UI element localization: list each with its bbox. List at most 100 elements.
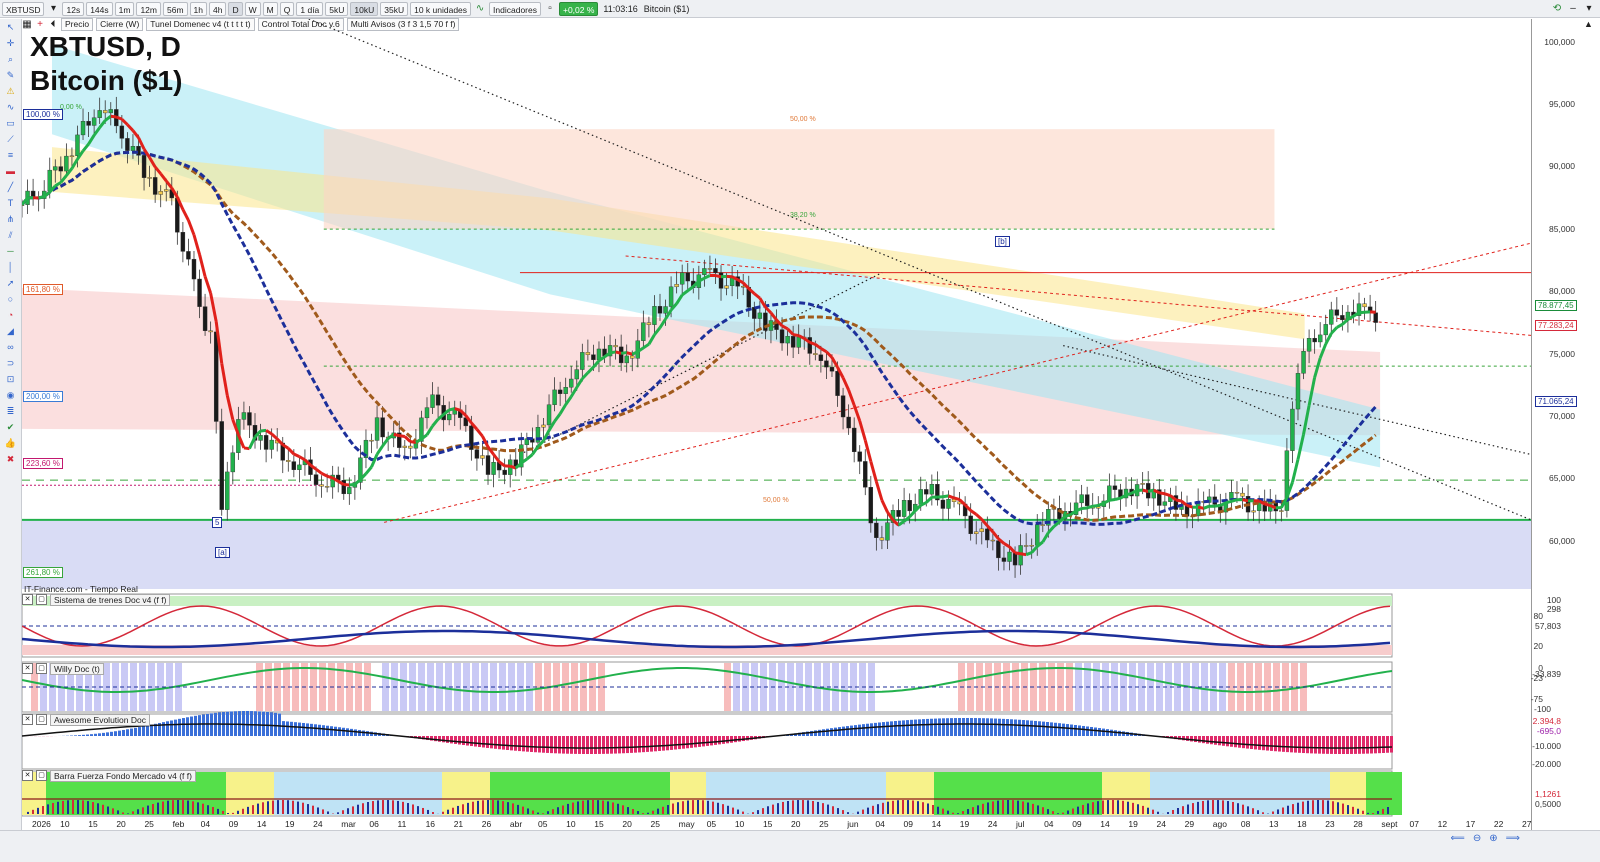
fuerza-hist-bar [137, 809, 139, 814]
cycle-icon[interactable]: ∞ [3, 341, 18, 354]
trend-icon[interactable]: ⟋ [3, 133, 18, 146]
delete-icon[interactable]: ✖ [3, 453, 18, 466]
thumb-icon[interactable]: 👍 [3, 437, 18, 450]
ruler-icon[interactable]: ▭ [3, 117, 18, 130]
timeframe-button[interactable]: W [245, 2, 261, 16]
fuerza-hist-bar [1252, 808, 1254, 814]
settings-icon[interactable]: ▢ [36, 770, 47, 781]
indicators-icon[interactable]: ∿ [473, 2, 487, 16]
panel-name-trenes[interactable]: Sistema de trenes Doc v4 (f f) [50, 594, 170, 606]
close-icon[interactable]: ✕ [22, 714, 33, 725]
alert-icon[interactable]: ⚠ [3, 85, 18, 98]
time-axis[interactable]: 202610152025feb0409141924mar0611162126ab… [22, 817, 1531, 831]
settings-icon[interactable]: ▢ [36, 663, 47, 674]
title-line-2: Bitcoin ($1) [30, 64, 182, 98]
chart-canvas[interactable] [22, 19, 1531, 817]
ma-fast-segment [1021, 554, 1027, 555]
magnet-icon[interactable]: ⊃ [3, 357, 18, 370]
fuerza-hist-bar [1072, 809, 1074, 814]
panel-name-fuerza[interactable]: Barra Fuerza Fondo Mercado v4 (f f) [50, 770, 196, 782]
ellipse-icon[interactable]: ◔ [3, 309, 18, 322]
vline-icon[interactable]: │ [3, 261, 18, 274]
timeframe-button[interactable]: 12s [62, 2, 84, 16]
awesome-bar [942, 718, 945, 736]
close-icon[interactable]: ✕ [22, 663, 33, 674]
fuerza-hist-bar [252, 805, 254, 814]
box-icon[interactable]: ▬ [3, 165, 18, 178]
awesome-bar [446, 736, 449, 743]
axis-scroll-up-icon[interactable]: ▲ [1584, 19, 1598, 29]
timeframe-button[interactable]: 1m [115, 2, 135, 16]
ok-icon[interactable]: ✔ [3, 421, 18, 434]
indicators-button[interactable]: Indicadores [489, 2, 541, 16]
timeframe-button[interactable]: 12m [136, 2, 161, 16]
sync-icon[interactable]: ⟲ [1550, 2, 1564, 16]
fuerza-hist-bar [312, 806, 314, 814]
timeframe-button[interactable]: Q [280, 2, 295, 16]
crosshair-icon[interactable]: ✛ [3, 37, 18, 50]
timeframe-button[interactable]: 56m [163, 2, 188, 16]
tick-button[interactable]: 10kU [350, 2, 378, 16]
text-icon[interactable]: T [3, 197, 18, 210]
price-axis[interactable]: 100,000 95,000 90,000 85,000 80,000 75,0… [1531, 19, 1600, 843]
scroll-right-icon[interactable]: ⟹ [1506, 833, 1520, 844]
collapse-icon[interactable]: ▾ [1582, 2, 1596, 16]
timeframe-button[interactable]: 144s [86, 2, 112, 16]
timeframe-button[interactable]: D [228, 2, 242, 16]
symbol-selector[interactable]: XBTUSD [2, 2, 44, 16]
gann-icon[interactable]: ◢ [3, 325, 18, 338]
hline-icon[interactable]: ─ [3, 245, 18, 258]
brush-icon[interactable]: ✎ [3, 69, 18, 82]
cursor-icon[interactable]: ↖ [3, 21, 18, 34]
awesome-bar [934, 719, 937, 736]
time-axis-label: 14 [257, 819, 266, 829]
arrow-icon[interactable]: ➚ [3, 277, 18, 290]
fuerza-hist-bar [607, 801, 609, 814]
lock-icon[interactable]: ⊡ [3, 373, 18, 386]
awesome-bar [1190, 736, 1193, 741]
awesome-bar [870, 723, 873, 736]
wave-label-5[interactable]: 5 [212, 517, 222, 528]
awesome-bar [938, 718, 941, 736]
candle-body [214, 332, 218, 422]
pitchfork-icon[interactable]: ⋔ [3, 213, 18, 226]
zoom-out-icon[interactable]: ⊖ [1473, 833, 1481, 844]
settings-icon[interactable]: ▢ [36, 594, 47, 605]
timeframe-button[interactable]: M [263, 2, 278, 16]
awesome-bar [266, 712, 269, 736]
zoom-icon[interactable]: ⌕ [3, 53, 18, 66]
minimize-icon[interactable]: – [1566, 2, 1580, 16]
timeframe-button[interactable]: 1h [190, 2, 207, 16]
fuerza-bg-bar [958, 772, 970, 815]
settings-icon[interactable]: ▢ [36, 714, 47, 725]
chevron-down-icon[interactable]: ▾ [46, 2, 60, 16]
line-icon[interactable]: ╱ [3, 181, 18, 194]
panel-name-willy[interactable]: Willy Doc (t) [50, 663, 104, 675]
eye-icon[interactable]: ◉ [3, 389, 18, 402]
fib-223-tag: 223,60 % [23, 458, 63, 469]
fuerza-hist-bar [1027, 803, 1029, 814]
units-selector[interactable]: 10 k unidades [410, 2, 471, 16]
awesome-bar [462, 736, 465, 745]
zoom-in-icon[interactable]: ⊕ [1489, 833, 1497, 844]
circle-icon[interactable]: ○ [3, 293, 18, 306]
square-icon[interactable]: ▫ [543, 2, 557, 16]
tick-button[interactable]: 5kU [325, 2, 348, 16]
candle-body [553, 390, 557, 405]
wave-label-a[interactable]: [a] [215, 547, 230, 558]
layers-icon[interactable]: ≣ [3, 405, 18, 418]
fuerza-hist-bar [847, 812, 849, 814]
channel-icon[interactable]: ⫽ [3, 229, 18, 242]
tick-button[interactable]: 35kU [380, 2, 408, 16]
panel-name-awesome[interactable]: Awesome Evolution Doc [50, 714, 150, 726]
wave-icon[interactable]: ∿ [3, 101, 18, 114]
scroll-left-icon[interactable]: ⟸ [1451, 833, 1465, 844]
period-selector[interactable]: 1 día [296, 2, 323, 16]
fib-icon[interactable]: ≡ [3, 149, 18, 162]
close-icon[interactable]: ✕ [22, 770, 33, 781]
wave-label-b[interactable]: [b] [995, 236, 1010, 247]
timeframe-button[interactable]: 4h [209, 2, 226, 16]
awesome-bar [1194, 736, 1197, 742]
close-icon[interactable]: ✕ [22, 594, 33, 605]
fuerza-hist-bar [87, 801, 89, 814]
